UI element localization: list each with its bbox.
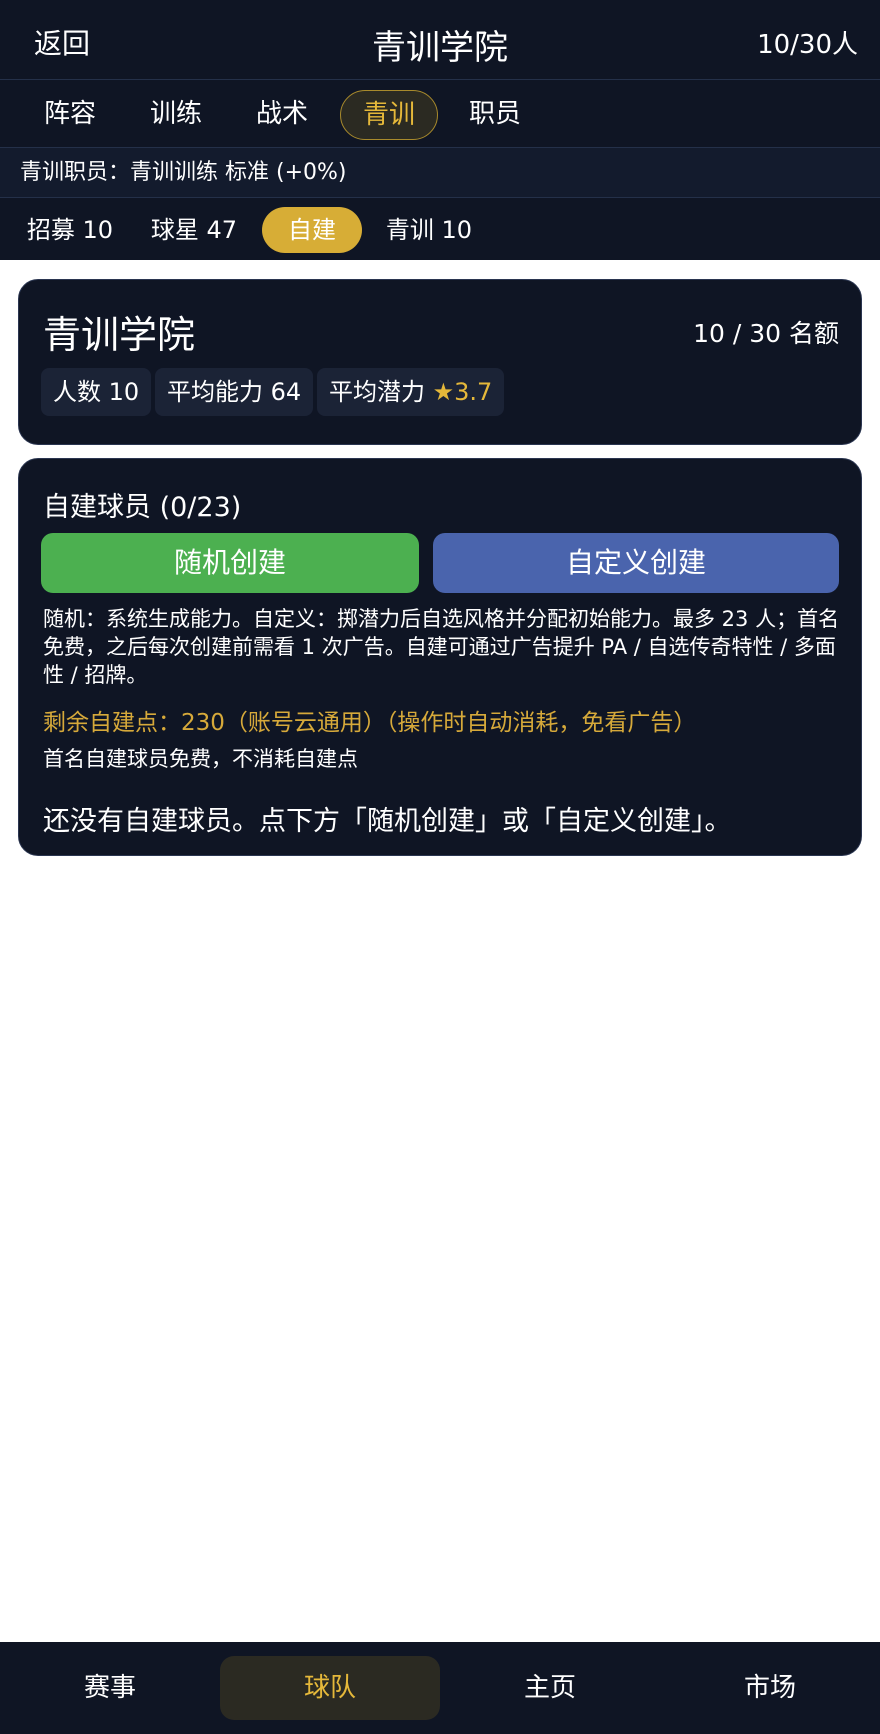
tab-youth[interactable]: 青训	[340, 90, 438, 140]
subtab-stars[interactable]: 球星 47	[146, 207, 242, 253]
nav-home[interactable]: 主页	[440, 1656, 660, 1720]
stat-headcount: 人数 10	[41, 368, 152, 416]
custom-player-card: 自建球员 (0/23) 随机创建 自定义创建 随机：系统生成能力。自定义：掷潜力…	[18, 458, 862, 856]
custom-player-heading: 自建球员 (0/23)	[43, 492, 242, 523]
academy-quota: 10 / 30 名额	[693, 319, 839, 348]
subtab-custom[interactable]: 自建	[262, 207, 362, 253]
stat-avg-potential: 平均潜力 ★3.7	[317, 368, 505, 416]
nav-market[interactable]: 市场	[660, 1656, 880, 1720]
member-count: 10/30人	[757, 30, 858, 60]
tab-lineup[interactable]: 阵容	[40, 90, 100, 140]
subtab-recruit[interactable]: 招募 10	[22, 207, 118, 253]
app-root: 返回 青训学院 10/30人 阵容 训练 战术 青训 职员 青训职员：青训训练 …	[0, 0, 880, 1734]
stat-avg-ability: 平均能力 64	[155, 368, 314, 416]
nav-matches[interactable]: 赛事	[0, 1656, 220, 1720]
tab-staff[interactable]: 职员	[465, 90, 525, 140]
page-title: 青训学院	[372, 28, 508, 68]
youth-staff-info: 青训职员：青训训练 标准 (+0%)	[0, 148, 880, 198]
free-note: 首名自建球员免费，不消耗自建点	[43, 747, 358, 771]
random-create-button[interactable]: 随机创建	[41, 533, 419, 593]
create-description: 随机：系统生成能力。自定义：掷潜力后自选风格并分配初始能力。最多 23 人；首名…	[43, 607, 840, 687]
bottom-nav: 赛事 球队 主页 市场	[0, 1642, 880, 1734]
tab-training[interactable]: 训练	[146, 90, 206, 140]
nav-team[interactable]: 球队	[220, 1656, 440, 1720]
avg-potential-value: 3.7	[454, 378, 493, 406]
tab-tactics[interactable]: 战术	[252, 90, 312, 140]
empty-state-message: 还没有自建球员。点下方「随机创建」或「自定义创建」。	[43, 806, 732, 837]
sub-tab-bar: 招募 10 球星 47 自建 青训 10	[0, 198, 880, 260]
header: 返回 青训学院 10/30人	[0, 0, 880, 80]
subtab-youth[interactable]: 青训 10	[384, 207, 474, 253]
remaining-points: 剩余自建点：230（账号云通用）（操作时自动消耗，免看广告）	[43, 710, 697, 736]
avg-potential-label: 平均潜力	[329, 378, 425, 406]
academy-summary-card: 青训学院 10 / 30 名额 人数 10 平均能力 64 平均潜力 ★3.7	[18, 279, 862, 445]
main-tab-bar: 阵容 训练 战术 青训 职员	[0, 80, 880, 148]
custom-create-button[interactable]: 自定义创建	[433, 533, 839, 593]
academy-title: 青训学院	[43, 313, 196, 357]
star-icon: ★	[432, 378, 455, 406]
